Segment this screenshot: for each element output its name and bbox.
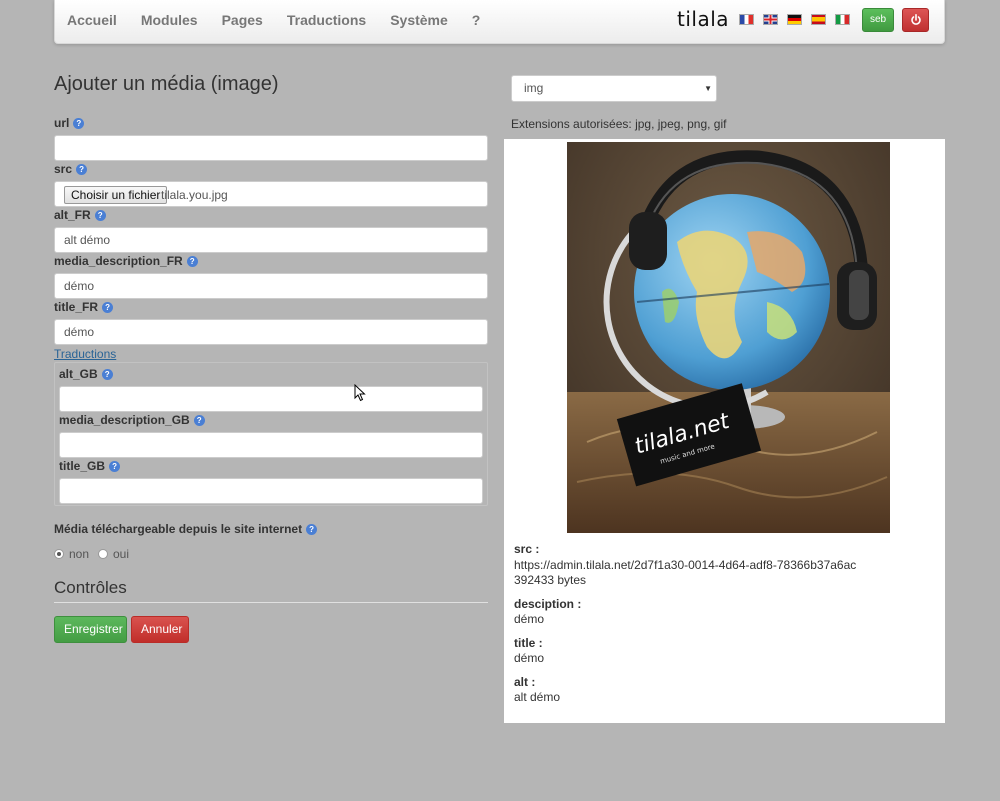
- title-fr-label: title_FR ?: [54, 300, 114, 314]
- flag-gb-icon[interactable]: [763, 14, 778, 25]
- title-meta-value: démo: [514, 651, 545, 665]
- save-button[interactable]: Enregistrer: [54, 616, 127, 643]
- alt-gb-label-text: alt_GB: [59, 367, 98, 381]
- flag-it-icon[interactable]: [835, 14, 850, 25]
- alt-fr-label-text: alt_FR: [54, 208, 91, 222]
- alt-fr-input[interactable]: alt démo: [54, 227, 488, 253]
- description-gb-label: media_description_GB ?: [59, 413, 205, 427]
- language-flags: [739, 14, 859, 25]
- title-gb-label: title_GB ?: [59, 459, 121, 473]
- help-icon[interactable]: ?: [306, 523, 318, 535]
- help-icon[interactable]: ?: [193, 414, 205, 426]
- help-icon[interactable]: ?: [73, 117, 85, 129]
- help-icon[interactable]: ?: [109, 460, 121, 472]
- description-gb-input[interactable]: [59, 432, 483, 458]
- title-meta-label: title :: [514, 636, 543, 650]
- url-input[interactable]: [54, 135, 488, 161]
- logout-button[interactable]: [902, 8, 929, 32]
- src-meta-label: src :: [514, 542, 540, 556]
- cancel-button[interactable]: Annuler: [131, 616, 189, 643]
- src-file-input[interactable]: Choisir un fichier tilala.you.jpg: [54, 181, 488, 207]
- selected-file-name: tilala.you.jpg: [161, 188, 228, 202]
- radio-non[interactable]: non: [54, 547, 89, 561]
- alt-gb-input[interactable]: [59, 386, 483, 412]
- nav-pages[interactable]: Pages: [222, 12, 263, 28]
- main-menu: Accueil Modules Pages Traductions Systèm…: [67, 0, 504, 40]
- downloadable-label: Média téléchargeable depuis le site inte…: [54, 522, 318, 536]
- radio-oui-label: oui: [113, 547, 130, 561]
- flag-es-icon[interactable]: [811, 14, 826, 25]
- alt-fr-label: alt_FR ?: [54, 208, 106, 222]
- controls-heading: Contrôles: [54, 578, 488, 603]
- media-preview-image: tilala.net music and more: [567, 142, 890, 533]
- page-title: Ajouter un média (image): [54, 73, 279, 95]
- nav-accueil[interactable]: Accueil: [67, 12, 117, 28]
- nav-systeme[interactable]: Système: [390, 12, 448, 28]
- src-label: src ?: [54, 162, 88, 176]
- description-fr-label-text: media_description_FR: [54, 254, 183, 268]
- description-meta-label: desciption :: [514, 597, 582, 611]
- title-fr-input[interactable]: démo: [54, 319, 488, 345]
- help-icon[interactable]: ?: [76, 163, 88, 175]
- nav-help[interactable]: ?: [472, 12, 481, 28]
- description-fr-label: media_description_FR ?: [54, 254, 198, 268]
- downloadable-label-text: Média téléchargeable depuis le site inte…: [54, 522, 303, 536]
- power-icon: [911, 14, 921, 25]
- brand-logo: tilala: [677, 7, 730, 31]
- help-icon[interactable]: ?: [94, 209, 106, 221]
- alt-meta-label: alt :: [514, 675, 536, 689]
- title-gb-label-text: title_GB: [59, 459, 106, 473]
- description-fr-input[interactable]: démo: [54, 273, 488, 299]
- url-label-text: url: [54, 116, 70, 130]
- user-button[interactable]: seb: [862, 8, 894, 32]
- url-label: url ?: [54, 116, 85, 130]
- flag-de-icon[interactable]: [787, 14, 802, 25]
- description-gb-label-text: media_description_GB: [59, 413, 190, 427]
- alt-gb-label: alt_GB ?: [59, 367, 113, 381]
- radio-non-button[interactable]: [54, 549, 64, 559]
- top-navbar: Accueil Modules Pages Traductions Systèm…: [54, 0, 945, 44]
- title-gb-input[interactable]: [59, 478, 483, 504]
- title-fr-label-text: title_FR: [54, 300, 99, 314]
- media-type-select[interactable]: img ▼: [511, 75, 717, 102]
- mouse-cursor-icon: [354, 384, 366, 402]
- translations-link[interactable]: Traductions: [54, 347, 116, 361]
- help-icon[interactable]: ?: [186, 255, 198, 267]
- nav-traductions[interactable]: Traductions: [287, 12, 366, 28]
- help-icon[interactable]: ?: [101, 368, 113, 380]
- alt-meta-value: alt démo: [514, 690, 561, 704]
- src-meta-value: https://admin.tilala.net/2d7f1a30-0014-4…: [514, 558, 857, 572]
- media-type-value: img: [524, 81, 544, 95]
- chevron-down-icon: ▼: [704, 84, 712, 93]
- radio-oui-button[interactable]: [98, 549, 108, 559]
- size-meta-value: 392433 bytes: [514, 573, 587, 587]
- flag-fr-icon[interactable]: [739, 14, 754, 25]
- radio-non-label: non: [69, 547, 90, 561]
- choose-file-button[interactable]: Choisir un fichier: [64, 186, 168, 204]
- description-meta-value: démo: [514, 612, 545, 626]
- nav-modules[interactable]: Modules: [141, 12, 198, 28]
- allowed-extensions: Extensions autorisées: jpg, jpeg, png, g…: [511, 117, 727, 131]
- src-label-text: src: [54, 162, 73, 176]
- help-icon[interactable]: ?: [102, 301, 114, 313]
- radio-oui[interactable]: oui: [98, 547, 129, 561]
